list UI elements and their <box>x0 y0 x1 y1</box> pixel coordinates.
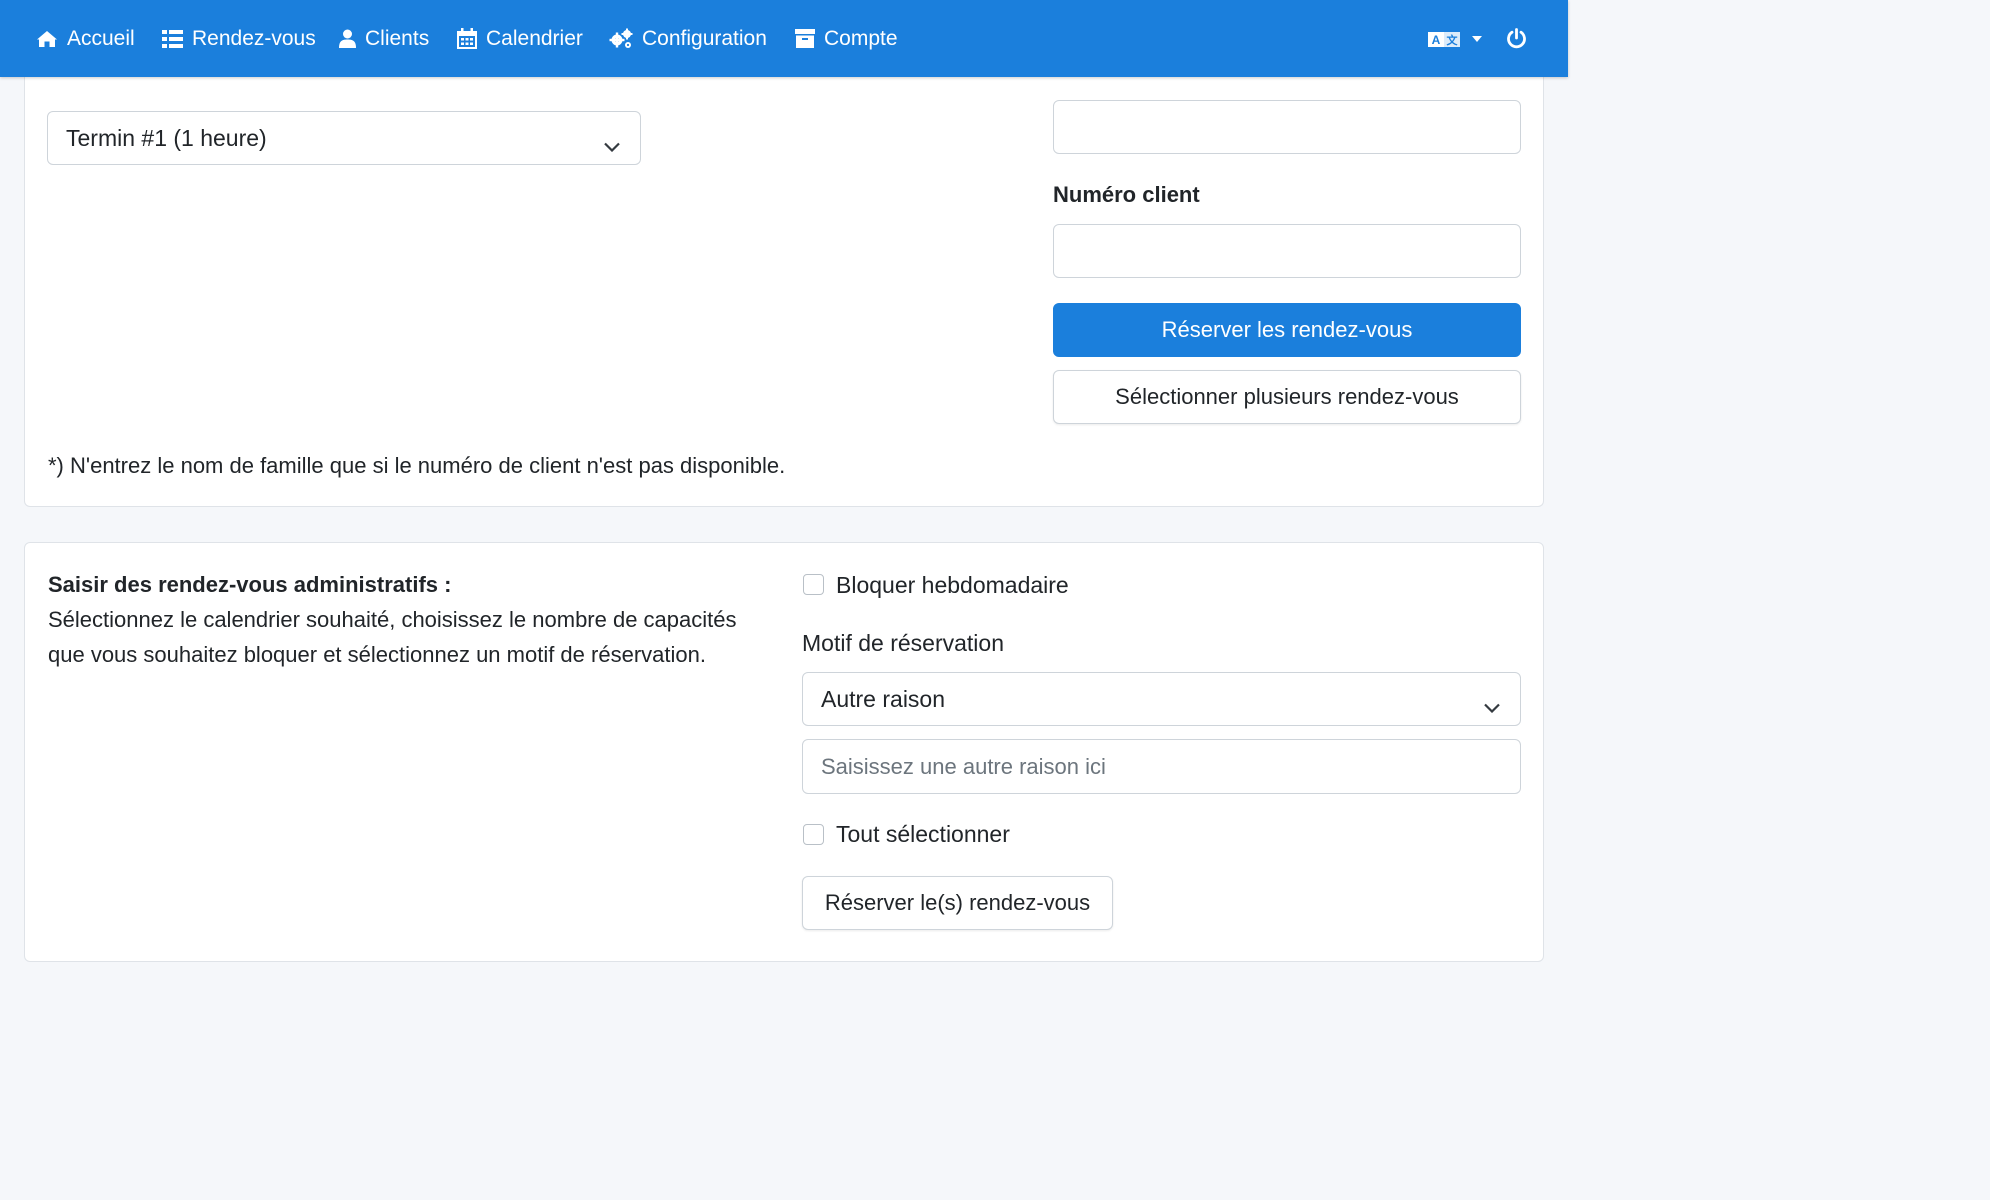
calendar-select[interactable]: Termin #1 (1 heure) <box>47 111 641 165</box>
nav-item-configuration[interactable]: Configuration <box>609 0 767 77</box>
nav-item-label: Accueil <box>67 26 135 50</box>
top-navbar: Accueil Rendez-vous Clients Calendrier C… <box>0 0 1568 77</box>
language-dropdown[interactable]: A 文 <box>1428 0 1482 77</box>
customer-number-input[interactable] <box>1053 224 1521 278</box>
svg-text:A: A <box>1432 33 1441 47</box>
nav-item-calendrier[interactable]: Calendrier <box>457 0 583 77</box>
list-icon <box>162 29 183 48</box>
weekly-block-label[interactable]: Bloquer hebdomadaire <box>836 572 1069 599</box>
other-reason-input[interactable]: Saisissez une autre raison ici <box>802 739 1521 794</box>
nav-item-label: Clients <box>365 26 430 50</box>
customer-number-label: Numéro client <box>1053 182 1200 207</box>
home-icon <box>36 30 58 48</box>
nav-item-label: Compte <box>824 26 898 50</box>
last-name-input[interactable] <box>1053 100 1521 154</box>
power-button[interactable] <box>1506 0 1527 77</box>
calendar-icon <box>457 28 477 49</box>
nav-item-label: Rendez-vous <box>192 26 316 50</box>
svg-text:文: 文 <box>1447 33 1459 47</box>
nav-item-compte[interactable]: Compte <box>795 0 898 77</box>
calendar-select-value: Termin #1 (1 heure) <box>66 124 267 151</box>
select-all-checkbox[interactable] <box>803 824 824 845</box>
reason-select[interactable]: Autre raison <box>802 672 1521 726</box>
caret-down-icon <box>1472 35 1482 42</box>
chevron-down-icon <box>604 131 620 158</box>
select-all-label[interactable]: Tout sélectionner <box>836 821 1010 848</box>
user-icon <box>339 29 356 48</box>
nav-item-label: Configuration <box>642 26 767 50</box>
reason-label: Motif de réservation <box>802 630 1004 656</box>
power-icon <box>1506 28 1527 49</box>
other-reason-placeholder: Saisissez une autre raison ici <box>821 753 1106 779</box>
weekly-block-checkbox[interactable] <box>803 574 824 595</box>
nav-item-clients[interactable]: Clients <box>339 0 429 77</box>
nav-item-rendez-vous[interactable]: Rendez-vous <box>162 0 316 77</box>
select-multiple-appointments-button[interactable]: Sélectionner plusieurs rendez-vous <box>1053 370 1521 424</box>
nav-item-label: Calendrier <box>486 26 583 50</box>
chevron-down-icon <box>1484 692 1500 719</box>
footnote-text: *) N'entrez le nom de famille que si le … <box>48 453 786 478</box>
book-admin-appointments-button[interactable]: Réserver le(s) rendez-vous <box>802 876 1113 930</box>
archive-icon <box>795 29 815 48</box>
gears-icon <box>609 28 633 49</box>
admin-description: Sélectionnez le calendrier souhaité, cho… <box>48 607 737 667</box>
nav-item-accueil[interactable]: Accueil <box>36 0 135 77</box>
translate-icon: A 文 <box>1428 30 1462 48</box>
book-appointments-button[interactable]: Réserver les rendez-vous <box>1053 303 1521 357</box>
reason-select-value: Autre raison <box>821 685 946 712</box>
admin-heading: Saisir des rendez-vous administratifs : <box>48 572 452 597</box>
